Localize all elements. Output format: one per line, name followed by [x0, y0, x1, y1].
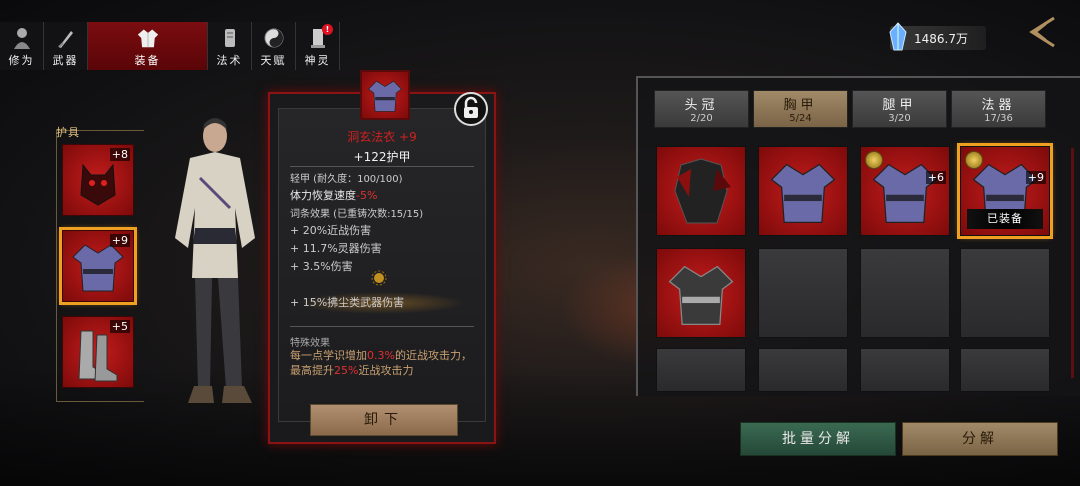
special-text-a: 每一点学识增加 — [290, 349, 367, 362]
top-navigation: 修为 武器 装备 法术 天赋 神灵 ! — [0, 22, 340, 70]
affix-3: + 3.5%伤害 — [290, 260, 353, 273]
inventory-empty-slot[interactable] — [860, 248, 950, 338]
equipped-badge: 已装备 — [967, 209, 1043, 229]
armor-panel-label: 护具 — [56, 126, 80, 139]
item-level: +9 — [109, 234, 130, 247]
inventory-empty-slot[interactable] — [960, 348, 1050, 392]
taiji-icon — [263, 26, 285, 50]
divider — [290, 326, 474, 327]
item-level: +9 — [1025, 171, 1046, 184]
tab-artifact[interactable]: 法器 17/36 — [951, 90, 1046, 128]
armor-dark-icon — [674, 158, 731, 224]
cultivator-icon — [11, 26, 33, 50]
stamina-value: -5% — [356, 189, 378, 202]
affix-2: + 11.7%灵器伤害 — [290, 242, 382, 255]
stamina-row: 体力恢复速度-5% — [290, 187, 377, 203]
inventory-item[interactable] — [656, 248, 746, 338]
inventory-item[interactable]: +6 — [860, 146, 950, 236]
cat-count: 3/20 — [888, 113, 911, 124]
armor-slot-chest[interactable]: +9 — [59, 227, 137, 305]
enhance-coin-icon — [865, 151, 883, 169]
bonus-affix: + 15%拂尘类武器伤害 — [290, 296, 405, 309]
armor-slot-helmet[interactable]: +8 — [62, 144, 134, 216]
currency-value: 1486.7万 — [914, 31, 968, 46]
tab-label: 装备 — [134, 54, 161, 67]
stamina-label: 体力恢复速度 — [290, 189, 356, 202]
tab-talent[interactable]: 天赋 — [252, 22, 296, 70]
lock-toggle[interactable] — [454, 92, 488, 126]
tab-label: 武器 — [52, 54, 79, 67]
special-effect-text: 每一点学识增加0.3%的近战攻击力，最高提升25%近战攻击力 — [290, 348, 480, 378]
cat-count: 17/36 — [984, 113, 1013, 124]
inventory-item[interactable] — [656, 146, 746, 236]
inventory-item-equipped[interactable]: +9 已装备 — [957, 143, 1053, 239]
batch-decompose-button[interactable]: 批量分解 — [740, 422, 896, 456]
unlock-icon — [464, 96, 478, 118]
tab-helmet[interactable]: 头冠 2/20 — [654, 90, 749, 128]
currency-display: 1486.7万 — [889, 22, 986, 51]
tab-label: 天赋 — [260, 54, 287, 67]
durability-text: 轻甲 (耐久度：100/100) — [290, 174, 403, 185]
decompose-button[interactable]: 分解 — [902, 422, 1058, 456]
item-level: +5 — [109, 320, 130, 333]
enhance-coin-icon — [965, 151, 983, 169]
armor-value: +122护甲 — [353, 150, 411, 164]
affix-header: 词条效果 (已重铸次数:15/15) — [290, 209, 424, 220]
character-model — [175, 118, 255, 403]
inventory-empty-slot[interactable] — [758, 248, 848, 338]
item-name: 洞玄法衣 +9 — [347, 130, 417, 144]
spirit-crystal-icon — [889, 22, 907, 51]
item-level: +6 — [925, 171, 946, 184]
tab-chest[interactable]: 胸甲 5/24 — [753, 90, 848, 128]
divider — [290, 166, 474, 167]
armor-slot-boots[interactable]: +5 — [62, 316, 134, 388]
sword-icon — [55, 26, 77, 50]
cat-name: 头冠 — [684, 98, 719, 113]
tab-cultivation[interactable]: 修为 — [0, 22, 44, 70]
affix-1: + 20%近战伤害 — [290, 224, 372, 237]
inventory-empty-slot[interactable] — [758, 348, 848, 392]
category-tabs: 头冠 2/20 胸甲 5/24 腿甲 3/20 法器 17/36 — [654, 90, 1050, 128]
tab-label: 修为 — [8, 54, 35, 67]
tab-label: 神灵 — [304, 54, 331, 67]
cat-count: 2/20 — [690, 113, 713, 124]
scrollbar[interactable] — [1071, 148, 1074, 378]
robe-purple-icon — [368, 80, 402, 112]
special-effect-header: 特殊效果 — [290, 338, 330, 349]
cat-name: 胸甲 — [783, 98, 818, 113]
robe-icon — [137, 26, 159, 50]
notification-badge: ! — [322, 24, 333, 35]
item-detail-card: 洞玄法衣 +9 +122护甲 轻甲 (耐久度：100/100) 体力恢复速度-5… — [268, 70, 496, 444]
tab-legs[interactable]: 腿甲 3/20 — [852, 90, 947, 128]
special-text-c: 近战攻击力 — [358, 364, 414, 377]
sun-emblem-icon — [371, 270, 387, 286]
special-value-a: 0.3% — [367, 349, 395, 362]
back-icon[interactable] — [1024, 14, 1060, 50]
tab-label: 法术 — [216, 54, 243, 67]
unequip-button[interactable]: 卸下 — [310, 404, 458, 436]
scroll-icon — [219, 26, 241, 50]
inventory-empty-slot[interactable] — [860, 348, 950, 392]
cat-name: 腿甲 — [882, 98, 917, 113]
inventory-empty-slot[interactable] — [656, 348, 746, 392]
tab-spells[interactable]: 法术 — [208, 22, 252, 70]
robe-purple-icon — [770, 163, 836, 224]
inventory-item[interactable] — [758, 146, 848, 236]
cat-count: 5/24 — [789, 113, 812, 124]
item-level: +8 — [109, 148, 130, 161]
tab-weapon[interactable]: 武器 — [44, 22, 88, 70]
inventory-empty-slot[interactable] — [960, 248, 1050, 338]
special-value-b: 25% — [334, 364, 359, 377]
robe-gray-icon — [668, 265, 734, 326]
tab-deity[interactable]: 神灵 ! — [296, 22, 340, 70]
cat-name: 法器 — [981, 98, 1016, 113]
tab-equipment[interactable]: 装备 — [88, 22, 208, 70]
card-item-icon — [360, 70, 410, 120]
